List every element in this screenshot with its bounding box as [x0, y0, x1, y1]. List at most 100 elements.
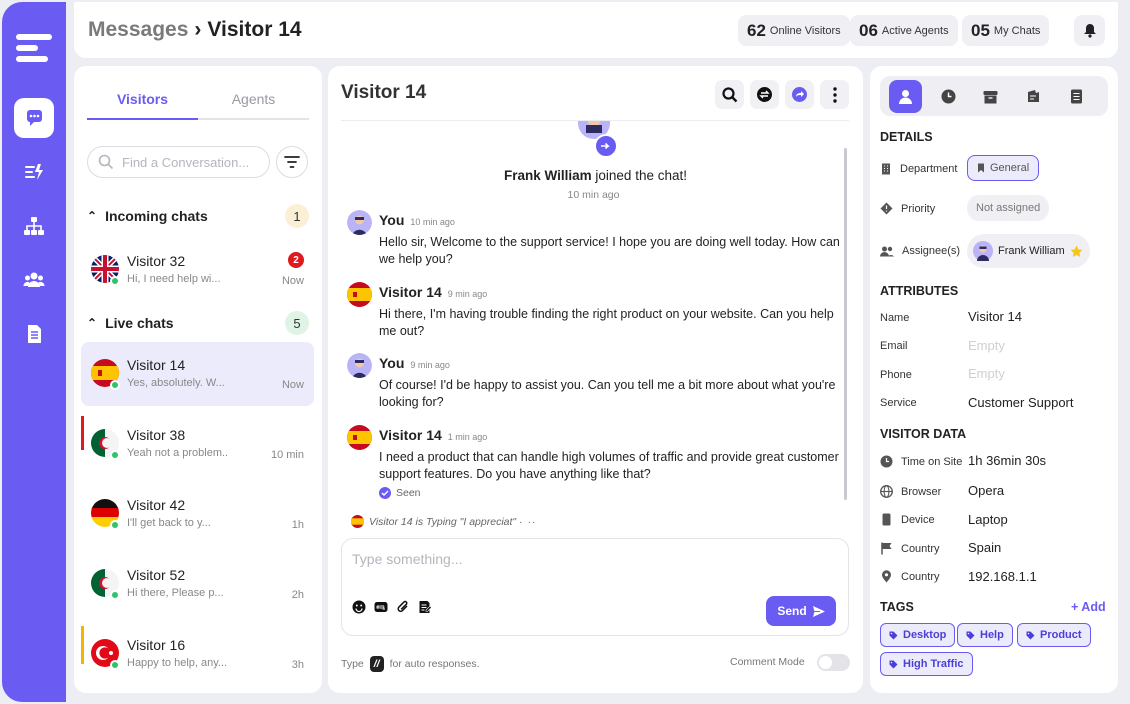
- tag-chip[interactable]: Help: [957, 623, 1013, 647]
- filter-icon[interactable]: [276, 146, 308, 178]
- forward-chat-icon[interactable]: [785, 80, 814, 109]
- stat-value: 62: [747, 20, 766, 40]
- emoji-icon[interactable]: [352, 600, 366, 614]
- document-tab-icon[interactable]: [1060, 80, 1093, 113]
- message-time: 9 min ago: [410, 360, 450, 370]
- assignee-chip[interactable]: Frank William: [967, 234, 1090, 268]
- message-time: 1 min ago: [447, 432, 488, 442]
- send-label: Send: [777, 604, 807, 618]
- tag-chip[interactable]: High Traffic: [880, 652, 973, 676]
- attribute-label: Email: [880, 340, 908, 352]
- chat-panel: Visitor 14 Frank William joined the chat…: [328, 66, 863, 693]
- conversation-item[interactable]: Visitor 52 Hi there, Please p... 2h: [81, 552, 314, 616]
- send-button[interactable]: Send: [766, 596, 836, 626]
- document-nav-icon[interactable]: [14, 314, 54, 354]
- details-panel: DETAILS Department General Priority Not …: [870, 66, 1118, 693]
- tab-visitors[interactable]: Visitors: [87, 91, 198, 107]
- bookmark-icon: [978, 163, 984, 173]
- gif-icon[interactable]: [374, 600, 388, 614]
- stat-label: Active Agents: [881, 24, 949, 37]
- visitor-data-value: 1h 36min 30s: [968, 453, 1047, 468]
- message-text: Hello sir, Welcome to the support servic…: [379, 235, 840, 266]
- conversation-item[interactable]: Visitor 38 Yeah not a problem... 10 min: [81, 412, 314, 476]
- visitor-data-value: 192.168.1.1: [968, 569, 1037, 584]
- conversation-name: Visitor 14: [127, 357, 186, 373]
- send-icon: [812, 605, 825, 617]
- transfer-chat-icon[interactable]: [750, 80, 779, 109]
- visitor-data-row: Browser: [880, 485, 941, 498]
- priority-chip[interactable]: Not assigned: [967, 195, 1050, 221]
- join-time: 10 min ago: [567, 189, 620, 201]
- top-bar: Messages › Visitor 14 62 Online Visitors 06…: [74, 2, 1118, 58]
- tag-icon: [889, 631, 898, 639]
- typing-text: Visitor 14 is Typing "I appreciat" ·: [369, 515, 523, 528]
- notes-tab-icon[interactable]: [1017, 80, 1050, 113]
- conversation-preview: Yeah not a problem...: [127, 447, 227, 459]
- device-icon: [882, 513, 891, 526]
- add-tag-button[interactable]: + Add: [1071, 600, 1106, 614]
- comment-mode-toggle[interactable]: [817, 654, 850, 671]
- conversation-item-selected[interactable]: Visitor 14 Yes, absolutely. W... Now: [81, 342, 314, 406]
- section-label: Incoming chats: [105, 208, 208, 224]
- history-tab-icon[interactable]: [932, 80, 965, 113]
- conversation-item[interactable]: Visitor 32 Hi, I need help wi... 2 Now: [81, 238, 314, 302]
- chat-nav-icon[interactable]: [14, 98, 54, 138]
- visitor-data-label: Country: [901, 570, 940, 583]
- tag-chip[interactable]: Product: [1017, 623, 1091, 647]
- department-chip[interactable]: General: [967, 155, 1040, 181]
- active-agents-stat[interactable]: 06 Active Agents: [850, 15, 958, 46]
- message-author: You: [379, 355, 405, 371]
- section-label: Live chats: [105, 315, 174, 331]
- hint-suffix: for auto responses.: [389, 658, 480, 670]
- hierarchy-nav-icon[interactable]: [14, 206, 54, 246]
- app-logo-icon[interactable]: [16, 34, 52, 68]
- conversation-preview: I'll get back to y...: [127, 517, 211, 529]
- search-input[interactable]: Find a Conversation...: [87, 146, 270, 178]
- online-status-dot: [110, 660, 120, 670]
- conversation-preview: Hi there, Please p...: [127, 587, 224, 599]
- chat-scrollbar[interactable]: [844, 148, 847, 500]
- online-visitors-stat[interactable]: 62 Online Visitors: [738, 15, 850, 46]
- star-icon: [1070, 245, 1083, 257]
- attribute-value: Visitor 14: [968, 309, 1022, 324]
- conversation-item[interactable]: Visitor 16 Happy to help, any... 3h: [81, 622, 314, 684]
- attribute-label: Phone: [880, 369, 912, 381]
- details-tabs: [880, 76, 1108, 116]
- details-heading: DETAILS: [880, 130, 933, 144]
- message-author: You: [379, 212, 405, 228]
- search-icon[interactable]: [715, 80, 744, 109]
- conversation-name: Visitor 42: [127, 497, 186, 513]
- live-chats-header[interactable]: ⌃ Live chats 5: [87, 311, 309, 335]
- profile-tab-icon[interactable]: [889, 80, 922, 113]
- more-options-icon[interactable]: [820, 80, 849, 109]
- incoming-chats-header[interactable]: ⌃ Incoming chats 1: [87, 204, 309, 228]
- message-time: 9 min ago: [447, 289, 488, 299]
- breadcrumb-root[interactable]: Messages: [88, 18, 188, 41]
- visitor-data-value: Opera: [968, 483, 1005, 498]
- my-chats-stat[interactable]: 05 My Chats: [962, 15, 1050, 46]
- tag-chip[interactable]: Desktop: [880, 623, 956, 647]
- users-nav-icon[interactable]: [14, 260, 54, 300]
- active-tab-indicator: [87, 118, 198, 120]
- breadcrumb: Messages › Visitor 14: [88, 18, 302, 42]
- visitor-data-row: Device: [880, 513, 935, 526]
- hint-prefix: Type: [341, 658, 364, 670]
- tag-label: Desktop: [903, 629, 947, 641]
- tab-agents[interactable]: Agents: [198, 91, 309, 107]
- compose-input[interactable]: Type something...: [352, 551, 463, 567]
- department-label: Department: [900, 163, 958, 175]
- bell-icon[interactable]: [1074, 15, 1105, 46]
- attachment-icon[interactable]: [396, 600, 410, 614]
- archive-tab-icon[interactable]: [974, 80, 1007, 113]
- conversation-item[interactable]: Visitor 42 I'll get back to y... 1h: [81, 482, 314, 546]
- canned-response-icon[interactable]: [418, 600, 432, 614]
- flag-icon: [881, 542, 892, 555]
- message-composer[interactable]: Type something... Send: [341, 538, 849, 636]
- breadcrumb-current: Visitor 14: [207, 18, 302, 41]
- online-status-dot: [110, 590, 120, 600]
- department-value: General: [990, 162, 1030, 174]
- conversation-preview: Yes, absolutely. W...: [127, 377, 225, 389]
- users-icon: [880, 246, 894, 256]
- conversation-time: 1h: [291, 519, 304, 531]
- automation-nav-icon[interactable]: [14, 152, 54, 192]
